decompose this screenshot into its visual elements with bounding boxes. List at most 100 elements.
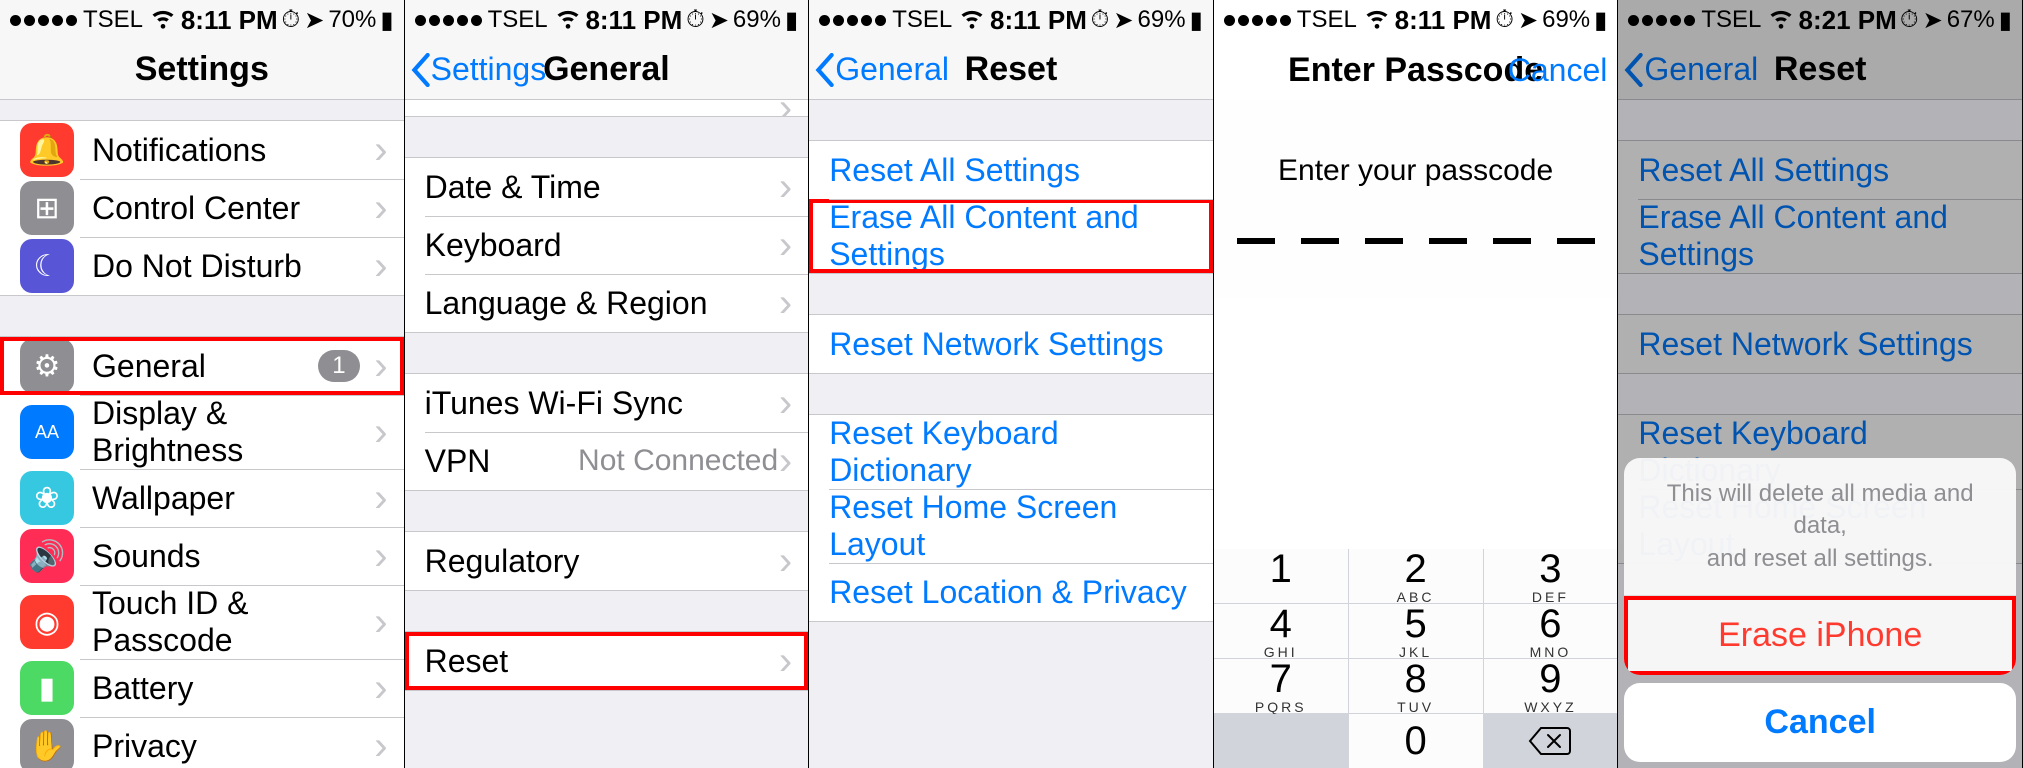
passcode-dashes: [1214, 238, 1618, 244]
row-label: Regulatory: [425, 543, 789, 580]
nav-bar: Enter Passcode Cancel: [1214, 40, 1618, 100]
nav-bar: General Reset: [809, 40, 1213, 100]
key-0[interactable]: 0: [1349, 714, 1483, 768]
screen-settings: TSEL 8:11 PM ⏱ ➤ 70% ▮ Settings 🔔 Notifi…: [0, 0, 405, 768]
screen-general: TSEL 8:11 PM ⏱➤69%▮ Settings General Dat…: [405, 0, 810, 768]
row-label: Reset: [425, 643, 789, 680]
row-regulatory[interactable]: Regulatory: [405, 532, 809, 590]
nav-bar: Settings General: [405, 40, 809, 100]
cancel-button[interactable]: Cancel: [1508, 52, 1608, 89]
screen-erase-confirm: TSEL 8:21 PM ⏱➤67%▮ General Reset Reset …: [1618, 0, 2023, 768]
row-itunes-wifi[interactable]: iTunes Wi-Fi Sync: [405, 374, 809, 432]
alarm-icon: ⏱: [1495, 6, 1514, 34]
row-erase-all[interactable]: Erase All Content and Settings: [809, 199, 1213, 273]
row-reset-location[interactable]: Reset Location & Privacy: [809, 563, 1213, 621]
clock: 8:11 PM: [1391, 5, 1495, 36]
key-4[interactable]: 4GHI: [1214, 604, 1348, 658]
row-label: Notifications: [92, 132, 384, 169]
row-reset-network[interactable]: Reset Network Settings: [809, 315, 1213, 373]
touchid-icon: ◉: [20, 595, 74, 649]
settings-row-wallpaper[interactable]: ❀ Wallpaper: [0, 469, 404, 527]
signal-dots-icon: [1224, 15, 1291, 26]
settings-row-touchid[interactable]: ◉ Touch ID & Passcode: [0, 585, 404, 659]
action-sheet: This will delete all media and data, and…: [1624, 458, 2016, 762]
restrictions-row-partial[interactable]: [405, 100, 809, 116]
key-8[interactable]: 8TUV: [1349, 659, 1483, 713]
key-6[interactable]: 6MNO: [1484, 604, 1618, 658]
key-3[interactable]: 3DEF: [1484, 549, 1618, 603]
settings-row-dnd[interactable]: ☾ Do Not Disturb: [0, 237, 404, 295]
settings-row-sounds[interactable]: 🔊 Sounds: [0, 527, 404, 585]
status-bar: TSEL 8:11 PM ⏱➤69%▮: [405, 0, 809, 40]
row-label: Privacy: [92, 728, 384, 765]
alarm-icon: ⏱: [281, 6, 300, 34]
key-1[interactable]: 1: [1214, 549, 1348, 603]
page-title: Reset: [965, 50, 1058, 89]
row-label: Reset Location & Privacy: [829, 574, 1187, 611]
row-label: Touch ID & Passcode: [92, 585, 384, 659]
battery-icon: ▮: [785, 6, 798, 35]
row-label: Sounds: [92, 538, 384, 575]
settings-row-display[interactable]: AA Display & Brightness: [0, 395, 404, 469]
battery-icon: ▮: [1594, 6, 1607, 35]
notifications-icon: 🔔: [20, 123, 74, 177]
nav-bar: Settings: [0, 40, 404, 100]
battery-pct: 69%: [1542, 6, 1590, 34]
carrier-label: TSEL: [1297, 6, 1357, 34]
erase-iphone-button[interactable]: Erase iPhone: [1624, 596, 2016, 675]
settings-row-privacy[interactable]: ✋ Privacy: [0, 717, 404, 768]
location-icon: ➤: [1113, 6, 1133, 35]
dnd-icon: ☾: [20, 239, 74, 293]
carrier-label: TSEL: [488, 6, 548, 34]
location-icon: ➤: [304, 6, 324, 35]
settings-row-battery[interactable]: ▮ Battery: [0, 659, 404, 717]
key-empty: [1214, 714, 1348, 768]
row-label: Reset Network Settings: [829, 326, 1163, 363]
status-bar: TSEL 8:11 PM ⏱➤69%▮: [809, 0, 1213, 40]
page-title: General: [543, 50, 670, 89]
key-7[interactable]: 7PQRS: [1214, 659, 1348, 713]
clock: 8:11 PM: [177, 5, 281, 36]
row-label: VPN: [425, 443, 578, 480]
row-date-time[interactable]: Date & Time: [405, 158, 809, 216]
clock: 8:11 PM: [986, 5, 1090, 36]
wifi-icon: [958, 3, 986, 38]
row-reset-keyboard[interactable]: Reset Keyboard Dictionary: [809, 415, 1213, 489]
cancel-button[interactable]: Cancel: [1624, 683, 2016, 762]
clock: 8:11 PM: [582, 5, 686, 36]
key-9[interactable]: 9WXYZ: [1484, 659, 1618, 713]
row-label: Reset Keyboard Dictionary: [829, 415, 1193, 489]
display-icon: AA: [20, 405, 74, 459]
numeric-keypad: 1 2ABC3DEF 4GHI5JKL6MNO 7PQRS8TUV9WXYZ0: [1214, 549, 1618, 768]
row-keyboard[interactable]: Keyboard: [405, 216, 809, 274]
row-label: iTunes Wi-Fi Sync: [425, 385, 789, 422]
row-reset[interactable]: Reset: [405, 632, 809, 690]
battery-icon: ▮: [20, 661, 74, 715]
row-vpn[interactable]: VPN Not Connected: [405, 432, 809, 490]
carrier-label: TSEL: [892, 6, 952, 34]
row-label: Battery: [92, 670, 384, 707]
row-detail: Not Connected: [578, 444, 778, 478]
row-label: Language & Region: [425, 285, 789, 322]
row-label: Erase All Content and Settings: [829, 199, 1193, 273]
settings-row-control-center[interactable]: ⊞ Control Center: [0, 179, 404, 237]
wallpaper-icon: ❀: [20, 471, 74, 525]
key-2[interactable]: 2ABC: [1349, 549, 1483, 603]
row-reset-all[interactable]: Reset All Settings: [809, 141, 1213, 199]
wifi-icon: [1363, 3, 1391, 38]
location-icon: ➤: [1518, 6, 1538, 35]
signal-dots-icon: [819, 15, 886, 26]
row-language[interactable]: Language & Region: [405, 274, 809, 332]
back-button[interactable]: General: [815, 51, 949, 88]
settings-row-general[interactable]: ⚙ General 1: [0, 337, 404, 395]
screen-reset: TSEL 8:11 PM ⏱➤69%▮ General Reset Reset …: [809, 0, 1214, 768]
row-label: Reset All Settings: [829, 152, 1080, 189]
row-label: Display & Brightness: [92, 395, 384, 469]
settings-row-notifications[interactable]: 🔔 Notifications: [0, 121, 404, 179]
back-button[interactable]: Settings: [411, 51, 547, 88]
battery-pct: 69%: [733, 6, 781, 34]
key-5[interactable]: 5JKL: [1349, 604, 1483, 658]
backspace-key[interactable]: [1484, 714, 1618, 768]
battery-icon: ▮: [1190, 6, 1203, 35]
row-reset-home[interactable]: Reset Home Screen Layout: [809, 489, 1213, 563]
